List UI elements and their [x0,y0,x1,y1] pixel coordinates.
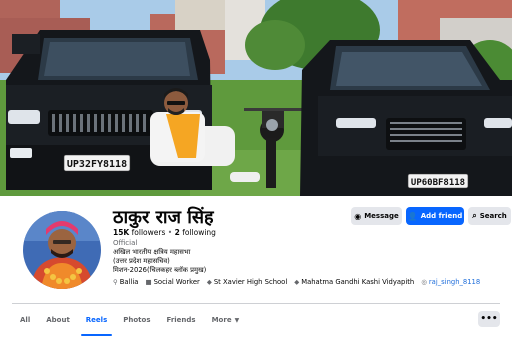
add-friend-button[interactable]: 👤 Add friend [406,207,464,225]
following-count: 2 [174,228,180,237]
cover-photo-image: UP32FY8118 UP60BF8118 [0,0,512,196]
tab-label: Reels [85,316,108,324]
intro-work: ■ Social Worker [145,278,199,286]
messenger-icon: ◉ [354,211,362,221]
search-button[interactable]: ⌕ Search [468,207,511,225]
bio-line: (उत्तर प्रदेश महासचिव) [113,257,170,265]
intro-instagram[interactable]: ◎ raj_singh_8118 [421,278,480,286]
bio-line: मिशन-2026(चिलकहर ब्लॉक प्रमुख) [113,266,207,274]
profile-bio: अखिल भारतीय क्षत्रिय महासभा (उत्तर प्रदे… [113,248,206,275]
more-options-button[interactable]: ••• [478,311,500,327]
license-plate-right: UP60BF8118 [411,178,465,188]
add-friend-button-label: Add friend [420,212,463,220]
intro-location-text: Ballia [119,278,139,286]
location-pin-icon: ⚲ [113,278,118,286]
tab-label: All [20,316,31,324]
profile-tabs: All About Reels Photos Friends More ▼ [12,304,247,336]
tab-reels[interactable]: Reels [78,304,115,336]
tab-label: About [46,316,70,324]
tab-about[interactable]: About [38,304,78,336]
intro-college[interactable]: ◆ Mahatma Gandhi Kashi Vidyapith [294,278,414,286]
tab-all[interactable]: All [12,304,38,336]
message-button-label: Message [364,212,399,220]
page-title: ठाकुर राज सिंह [113,207,214,228]
following-link[interactable]: 2 following [175,228,216,237]
intro-school-text: St Xavier High School [213,278,288,286]
message-button[interactable]: ◉ Message [351,207,402,225]
tab-photos[interactable]: Photos [115,304,158,336]
followers-label: followers [131,228,166,237]
profile-picture-image [23,211,101,289]
profile-picture[interactable] [21,209,103,291]
stats-separator: • [167,228,173,237]
search-icon: ⌕ [472,211,477,220]
profile-category: Official [113,239,138,247]
bio-line: अखिल भारतीय क्षत्रिय महासभा [113,248,191,256]
followers-link[interactable]: 15K followers [113,228,165,237]
instagram-link[interactable]: raj_singh_8118 [429,278,480,286]
tab-label: Photos [123,316,151,324]
tab-label: More [211,316,232,324]
caret-down-icon: ▼ [234,316,240,324]
search-button-label: Search [479,212,507,220]
graduation-cap-icon: ◆ [294,278,300,286]
following-label: following [182,228,216,237]
add-person-icon: 👤 [407,211,418,221]
tab-label: Friends [166,316,196,324]
tab-friends[interactable]: Friends [159,304,204,336]
ellipsis-icon: ••• [480,314,498,324]
profile-stats: 15K followers • 2 following [113,228,216,237]
intro-work-text: Social Worker [153,278,200,286]
intro-school[interactable]: ◆ St Xavier High School [207,278,287,286]
followers-count: 15K [113,228,130,237]
intro-location: ⚲ Ballia [113,278,138,286]
cover-photo[interactable]: UP32FY8118 UP60BF8118 [0,0,512,196]
intro-college-text: Mahatma Gandhi Kashi Vidyapith [301,278,415,286]
briefcase-icon: ■ [145,278,152,286]
graduation-cap-icon: ◆ [206,278,212,286]
intro-details: ⚲ Ballia ■ Social Worker ◆ St Xavier Hig… [113,278,480,286]
license-plate-left: UP32FY8118 [67,159,127,170]
instagram-icon: ◎ [421,278,427,286]
tab-more[interactable]: More ▼ [204,304,248,336]
